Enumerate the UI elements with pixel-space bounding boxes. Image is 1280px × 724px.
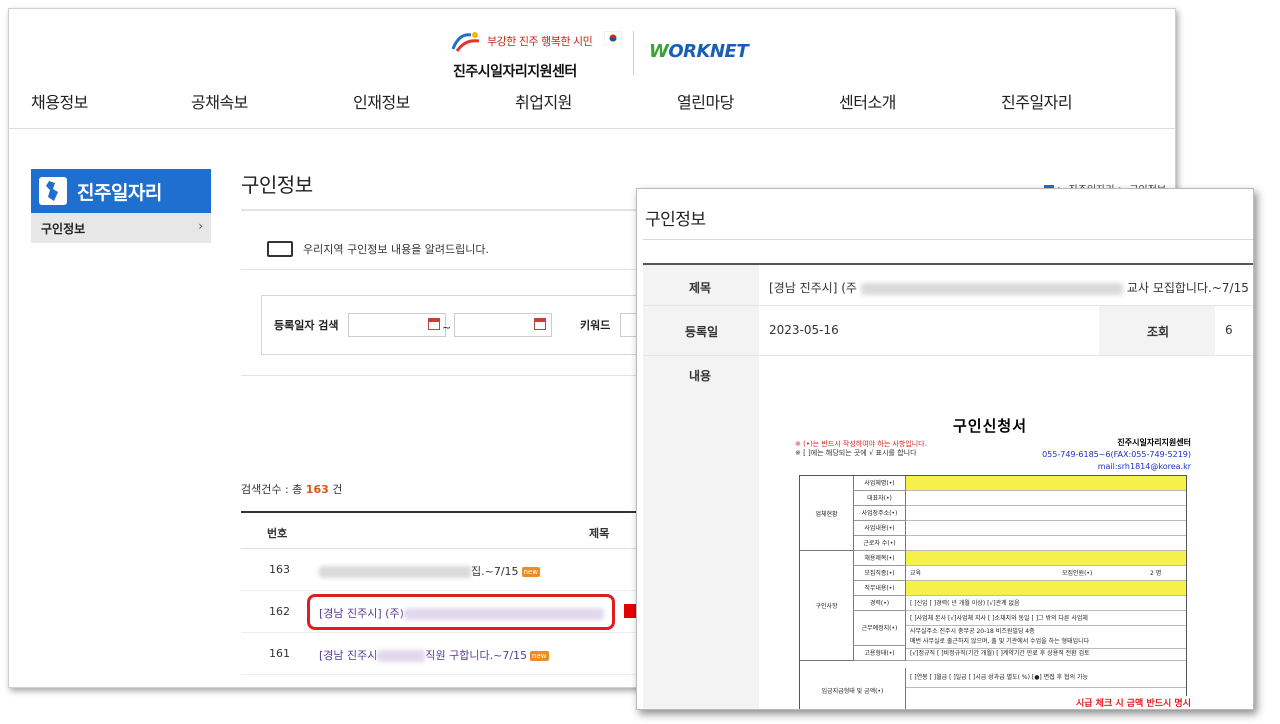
form-wage-label: 임금지급형태 및 금액(•)	[800, 668, 906, 709]
center-name: 진주시일자리지원센터	[453, 64, 577, 80]
date-value: 2023-05-16	[769, 323, 839, 337]
detail-title: 구인정보	[645, 210, 706, 230]
column-title: 제목	[589, 527, 610, 540]
calendar-icon[interactable]	[534, 318, 546, 330]
date-range-tilde: ~	[442, 321, 452, 334]
table-row[interactable]: 163 집.~7/15 new	[241, 549, 641, 591]
redacted-text	[377, 650, 426, 662]
form-section-recruit: 구인사항	[800, 551, 854, 661]
nav-talent-info[interactable]: 인재정보	[353, 89, 410, 113]
form-phone: 055-749-6185~6(FAX:055-749-5219)	[1042, 450, 1191, 459]
local-nav-header: 진주일자리	[31, 169, 211, 213]
calendar-icon[interactable]	[428, 318, 440, 330]
search-divider	[241, 375, 641, 376]
nav-recruit-info[interactable]: 채용정보	[31, 89, 88, 113]
slogan: 부강한 진주 행복한 시민	[487, 35, 593, 48]
list-header: 번호 제목	[241, 511, 641, 549]
jinju-logo[interactable]: 부강한 진주 행복한 시민 진주시일자리지원센터	[449, 27, 624, 85]
date-search-label: 등록일자 검색	[274, 319, 339, 332]
intro-text: 우리지역 구인정보 내용을 알려드립니다.	[303, 243, 490, 256]
form-section-company: 업체현황	[800, 476, 854, 551]
result-count: 검색건수 : 총 163 건	[241, 483, 343, 496]
hits-label: 조회	[1147, 325, 1170, 339]
subject-value: [경남 진주시] (주 교사 모집합니다.~7/15	[769, 281, 1249, 295]
global-nav: 채용정보 공채속보 인재정보 취업지원 열린마당 센터소개 진주일자리	[9, 87, 1175, 129]
korean-flag-icon	[604, 31, 622, 45]
redacted-text	[319, 566, 471, 578]
form-value-redacted	[906, 476, 1186, 491]
highlight-box	[307, 594, 615, 630]
row-divider	[643, 305, 1253, 306]
table-row[interactable]: 161 [경남 진주시 직원 구합니다.~7/15 new	[241, 633, 641, 675]
search-box: 등록일자 검색 ~ 키워드	[261, 295, 681, 355]
form-grid: 업체현황 구인사항 사업체명(•) 대표자(•) 사업장주소(•) 사업내용(•…	[799, 475, 1187, 709]
form-center-name: 진주시일자리지원센터	[1117, 438, 1191, 447]
local-nav-item-label: 구인정보	[41, 222, 86, 236]
row-divider	[643, 355, 1253, 356]
jinju-emblem-icon	[451, 32, 480, 52]
row-title[interactable]: 집.~7/15 new	[319, 563, 541, 579]
date-label: 등록일	[685, 325, 719, 339]
nav-center-intro[interactable]: 센터소개	[839, 89, 896, 113]
chevron-right-icon: ›	[198, 219, 203, 233]
local-nav-item-job-offer[interactable]: 구인정보 ›	[31, 213, 211, 243]
form-check-note: ※ [ ]에는 해당되는 곳에 √ 표시를 합니다	[795, 449, 917, 457]
form-value-redacted	[906, 551, 1186, 566]
nav-employment-support[interactable]: 취업지원	[515, 89, 572, 113]
nav-jinju-jobs[interactable]: 진주일자리	[1001, 89, 1073, 113]
new-badge: new	[521, 567, 541, 577]
worknet-logo[interactable]: WORKNET	[649, 41, 749, 62]
jinju-map-icon	[39, 177, 67, 205]
nav-open-forum[interactable]: 열린마당	[677, 89, 734, 113]
logo-area: 부강한 진주 행복한 시민 진주시일자리지원센터 WORKNET	[449, 27, 769, 85]
application-form-image: 구인신청서 ※ (•)는 반드시 작성하여야 하는 사항입니다. ※ [ ]에는…	[793, 407, 1195, 709]
column-number: 번호	[267, 527, 288, 540]
monitor-icon	[267, 241, 293, 257]
form-title: 구인신청서	[953, 417, 1028, 435]
keyword-label: 키워드	[580, 319, 611, 332]
nav-open-recruit-news[interactable]: 공채속보	[191, 89, 248, 113]
job-detail-window: 구인정보 제목 [경남 진주시] (주 교사 모집합니다.~7/15 등록일 20…	[636, 188, 1254, 710]
page-title: 구인정보	[241, 173, 313, 197]
subject-label: 제목	[689, 281, 712, 295]
hits-value: 6	[1225, 323, 1233, 337]
row-title[interactable]: [경남 진주시 직원 구합니다.~7/15 new	[319, 647, 549, 663]
redacted-text	[860, 282, 1123, 295]
logo-divider	[633, 31, 634, 75]
form-mail: mail:srh1814@korea.kr	[1097, 462, 1191, 471]
content-label: 내용	[689, 369, 712, 383]
detail-title-divider	[643, 239, 1253, 240]
form-value-redacted	[906, 581, 1186, 596]
local-nav-title: 진주일자리	[77, 182, 162, 204]
form-hourly-wage-note: 시급 체크 시 금액 반드시 명시	[1075, 696, 1191, 709]
new-badge: new	[530, 651, 549, 661]
